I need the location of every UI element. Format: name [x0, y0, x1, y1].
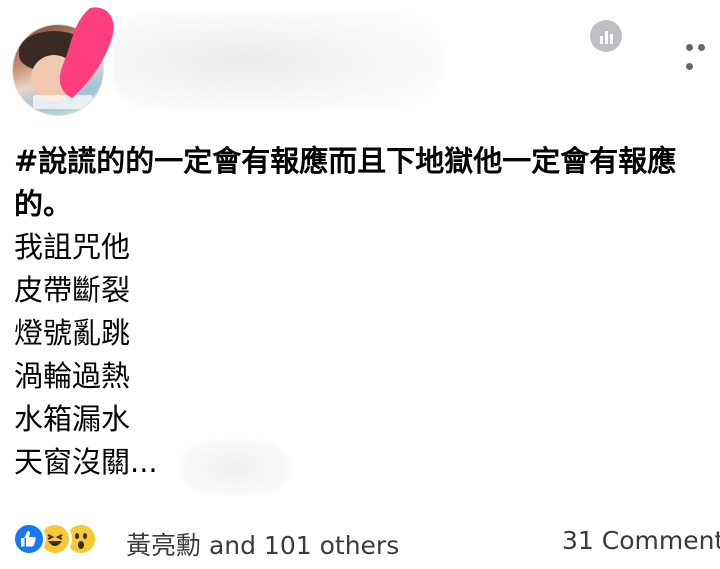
post-line: 水箱漏水 — [14, 402, 131, 436]
post-line-truncated[interactable]: 天窗沒關... — [14, 441, 720, 484]
more-dot — [698, 44, 705, 51]
post-header — [0, 0, 720, 120]
like-reaction-icon — [12, 522, 46, 556]
post-headline: #說謊的的一定會有報應而且下地獄他一定會有報應的。 — [14, 144, 677, 221]
bar-chart-icon — [600, 31, 613, 44]
more-dot — [686, 44, 693, 51]
insights-icon[interactable] — [590, 20, 622, 52]
post-body: #說謊的的一定會有報應而且下地獄他一定會有報應的。 我詛咒他 皮帶斷裂 燈號亂跳… — [14, 140, 720, 484]
post-line: 渦輪過熱 — [14, 359, 131, 393]
redaction-scribble — [59, 7, 114, 98]
post-line: 我詛咒他 — [14, 230, 131, 264]
post-footer: 黃亮勳 and 101 others 31 Comment — [0, 518, 720, 562]
comments-count-link[interactable]: 31 Comment — [562, 526, 720, 555]
redacted-smudge — [180, 440, 290, 495]
author-name-redacted — [112, 12, 442, 110]
more-options-icon[interactable] — [686, 36, 720, 70]
more-dot — [686, 63, 693, 70]
post-line: 皮帶斷裂 — [14, 273, 131, 307]
post-line: 燈號亂跳 — [14, 316, 131, 350]
reactors-link[interactable]: 黃亮勳 and 101 others — [126, 526, 399, 562]
